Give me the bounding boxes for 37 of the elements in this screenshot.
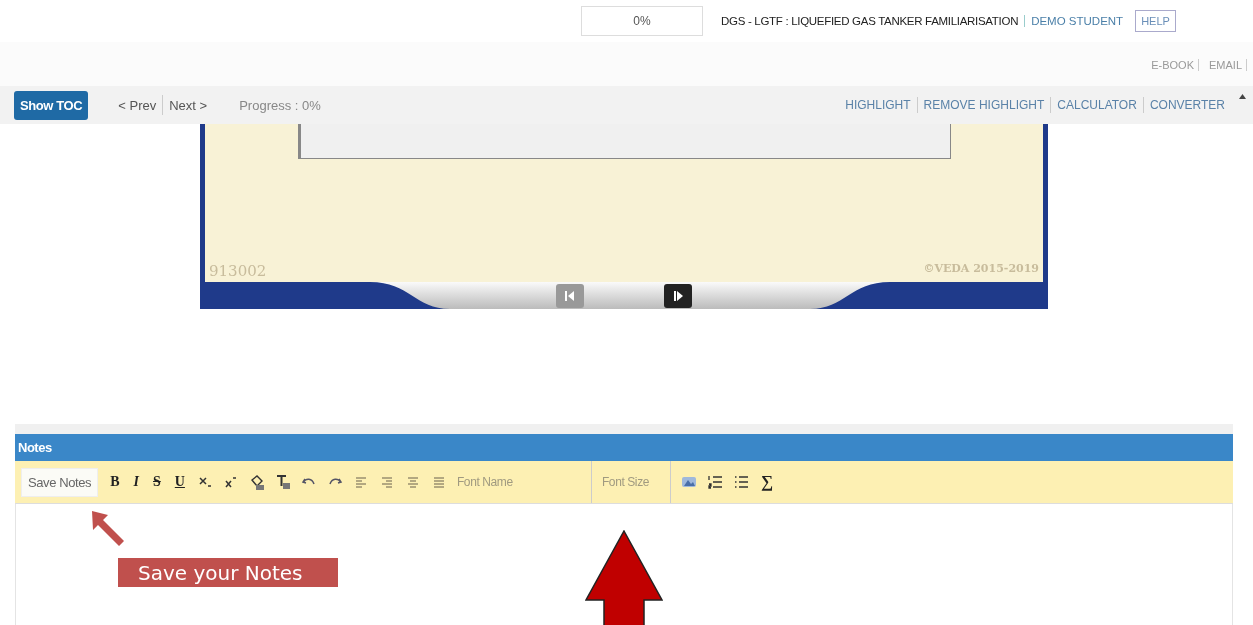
toolbar-link[interactable]: CALCULATOR — [1051, 98, 1143, 112]
skip-back-icon — [563, 288, 577, 303]
prev-link[interactable]: < Prev — [112, 97, 163, 113]
notes-title: Notes — [18, 440, 52, 455]
header-link[interactable]: E-BOOK — [1147, 58, 1198, 71]
user-link[interactable]: DEMO STUDENT — [1025, 15, 1136, 27]
format-button[interactable]: B — [108, 474, 122, 490]
format-button[interactable]: U — [172, 474, 187, 490]
format-button[interactable]: S — [151, 474, 163, 490]
toolbar-link[interactable]: HIGHLIGHT — [839, 98, 917, 112]
next-link[interactable]: Next > — [163, 97, 214, 113]
toolbar-link[interactable]: REMOVE HIGHLIGHT — [917, 98, 1051, 112]
header-link[interactable]: EMAIL — [1205, 58, 1246, 71]
image-icon[interactable] — [680, 474, 697, 490]
copyright-text: ©VEDA 2015-2019 — [923, 262, 1039, 277]
formula-button[interactable]: ∑ — [758, 472, 776, 492]
font-size-dropdown[interactable]: Font Size — [601, 461, 671, 503]
callout-tooltip: Save your Notes — [118, 558, 338, 587]
slide-code: 913002 — [209, 262, 267, 280]
superscript-icon[interactable] — [222, 474, 239, 490]
toolbar-link[interactable]: CONVERTER — [1143, 98, 1231, 112]
previous-slide-button[interactable] — [556, 283, 584, 308]
skip-forward-icon — [671, 288, 685, 303]
clear-icon[interactable] — [274, 474, 291, 490]
scroll-up-icon[interactable] — [1239, 94, 1246, 99]
progress-text: Progress : 0% — [239, 97, 321, 113]
help-link[interactable]: HELP — [1135, 10, 1176, 32]
format-button[interactable]: I — [131, 474, 141, 490]
bulleted-icon[interactable] — [732, 474, 749, 490]
font-name-dropdown[interactable]: Font Name — [456, 461, 592, 503]
progress-field: 0% — [581, 6, 703, 36]
subscript-icon[interactable] — [196, 474, 213, 490]
numbered-icon[interactable] — [706, 474, 723, 490]
show-toc-button[interactable]: Show TOC — [14, 90, 89, 120]
save-notes-button[interactable]: Save Notes — [21, 467, 99, 497]
next-slide-button[interactable] — [664, 283, 692, 308]
course-title: DGS - LGTF : LIQUEFIED GAS TANKER FAMILIARISATION — [721, 15, 1026, 27]
